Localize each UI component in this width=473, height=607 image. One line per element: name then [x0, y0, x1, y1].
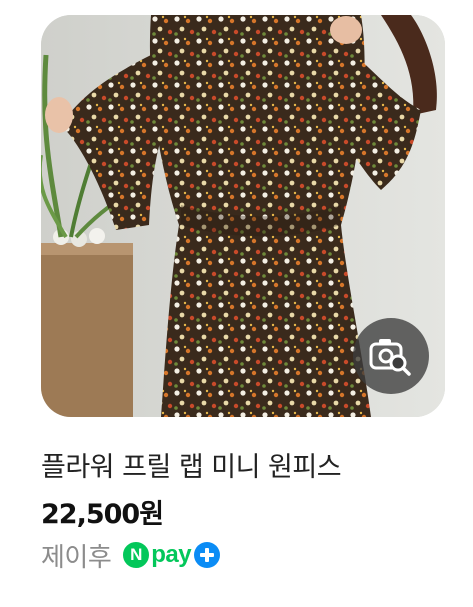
price-value: 22,500	[41, 499, 140, 530]
image-search-button[interactable]	[353, 318, 429, 394]
product-image[interactable]	[41, 15, 445, 417]
product-title[interactable]: 플라워 프릴 랩 미니 원피스	[41, 445, 342, 484]
npay-plus-icon: N pay	[123, 539, 221, 571]
seller-row: 제이후 N pay	[41, 537, 221, 574]
camera-search-icon	[369, 339, 411, 376]
product-price: 22,500원	[41, 492, 164, 531]
npay-n-badge: N	[123, 542, 150, 568]
npay-pay-text: pay	[151, 541, 192, 568]
seller-name[interactable]: 제이후	[41, 537, 112, 574]
price-unit: 원	[139, 499, 164, 530]
product-card[interactable]: 플라워 프릴 랩 미니 원피스 22,500원 제이후 N pay	[0, 0, 473, 607]
plus-icon	[194, 542, 221, 568]
